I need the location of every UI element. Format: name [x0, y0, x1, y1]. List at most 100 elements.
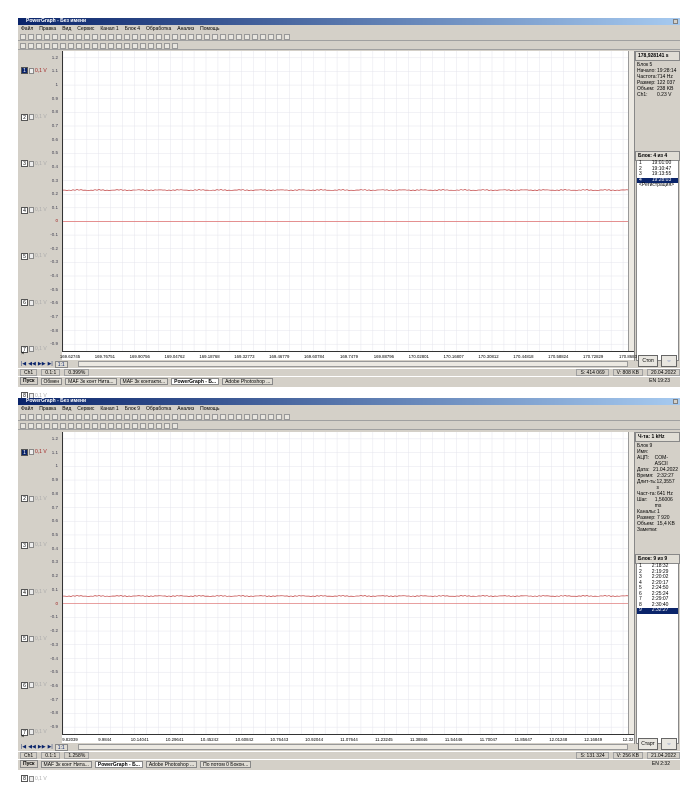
toolbar-button[interactable] — [28, 422, 34, 429]
toolbar-button[interactable] — [156, 413, 162, 420]
toolbar-button[interactable] — [268, 33, 274, 40]
toolbar-button[interactable] — [156, 42, 162, 49]
menu-item[interactable]: Блок 9 — [125, 405, 140, 413]
toolbar-button[interactable] — [212, 413, 218, 420]
channel-color-button[interactable] — [29, 253, 34, 260]
toolbar-button[interactable] — [76, 33, 82, 40]
toolbar-button[interactable] — [84, 422, 90, 429]
toolbar-button[interactable] — [164, 42, 170, 49]
horizontal-scrollbar[interactable] — [78, 361, 628, 367]
menu-item[interactable]: Файл — [21, 25, 33, 33]
toolbar-button[interactable] — [108, 422, 114, 429]
toolbar-button[interactable] — [164, 422, 170, 429]
toolbar-button[interactable] — [92, 422, 98, 429]
toolbar-button[interactable] — [196, 413, 202, 420]
toolbar-button[interactable] — [204, 413, 210, 420]
toolbar-button[interactable] — [60, 413, 66, 420]
close-x-icon[interactable]: × — [21, 734, 25, 740]
menu-item[interactable]: Вид — [62, 25, 71, 33]
toolbar-button[interactable] — [52, 422, 58, 429]
record-icon[interactable]: ⇔ — [661, 355, 677, 367]
next-icon[interactable]: ▶▶ — [38, 744, 46, 750]
channel-color-button[interactable] — [29, 495, 34, 502]
taskbar-item[interactable]: MAF 3к контакти... — [119, 377, 169, 385]
toolbar-button[interactable] — [276, 413, 282, 420]
first-icon[interactable]: |◀ — [21, 361, 26, 367]
menu-item[interactable]: Канал 1 — [100, 25, 118, 33]
channel-color-button[interactable] — [29, 775, 34, 782]
toolbar-button[interactable] — [148, 413, 154, 420]
channel-color-button[interactable] — [29, 635, 34, 642]
toolbar-button[interactable] — [68, 413, 74, 420]
zoom-ratio[interactable]: 1:1 — [54, 743, 68, 751]
channel-number-button[interactable]: 5 — [21, 252, 28, 260]
taskbar-item[interactable]: По потом 0 Бокон... — [200, 760, 252, 768]
channel-number-button[interactable]: 2 — [21, 495, 28, 503]
toolbar-button[interactable] — [148, 422, 154, 429]
toolbar-button[interactable] — [92, 42, 98, 49]
toolbar-button[interactable] — [244, 413, 250, 420]
toolbar-button[interactable] — [60, 33, 66, 40]
channel-number-button[interactable]: 4 — [21, 206, 28, 214]
toolbar-button[interactable] — [132, 413, 138, 420]
blocks-list[interactable]: 1 2:18:32 2 2:19:29 3 2:20:02 4 2:20:17 5 2:24:50… — [636, 563, 679, 744]
taskbar-item[interactable]: Adobe Photoshop ... — [222, 377, 274, 385]
toolbar-button[interactable] — [20, 422, 26, 429]
toolbar-button[interactable] — [220, 33, 226, 40]
channel-number-button[interactable]: 1 — [21, 448, 28, 456]
toolbar-button[interactable] — [44, 42, 50, 49]
channel-number-button[interactable]: 1 — [21, 67, 28, 75]
toolbar-button[interactable] — [172, 42, 178, 49]
toolbar-button[interactable] — [204, 33, 210, 40]
block-list-item[interactable]: 9 2:32:27 — [637, 607, 678, 614]
channel-color-button[interactable] — [29, 114, 34, 121]
toolbar-button[interactable] — [108, 413, 114, 420]
toolbar-button[interactable] — [116, 422, 122, 429]
close-button[interactable] — [673, 399, 678, 404]
toolbar-button[interactable] — [52, 413, 58, 420]
toolbar-button[interactable] — [116, 42, 122, 49]
channel-number-button[interactable]: 3 — [21, 160, 28, 168]
toolbar-button[interactable] — [132, 42, 138, 49]
toolbar-button[interactable] — [172, 33, 178, 40]
toolbar-button[interactable] — [156, 33, 162, 40]
toolbar-button[interactable] — [36, 422, 42, 429]
toolbar-button[interactable] — [92, 33, 98, 40]
toolbar-button[interactable] — [108, 33, 114, 40]
channel-number-button[interactable]: 8 — [21, 775, 28, 783]
toolbar-button[interactable] — [124, 33, 130, 40]
prev-icon[interactable]: ◀◀ — [28, 744, 36, 750]
taskbar-item[interactable]: PowerGraph - Б... — [94, 760, 143, 768]
toolbar-button[interactable] — [20, 42, 26, 49]
toolbar-button[interactable] — [172, 413, 178, 420]
blocks-list[interactable]: 1 19:01:00 2 19:10:47 3 19:13:55 4 19:28:03 <Рег… — [636, 160, 679, 361]
channel-color-button[interactable] — [29, 207, 34, 214]
time-cursor-header[interactable]: Ч-та: 1 kHz — [635, 432, 680, 442]
toolbar-button[interactable] — [284, 33, 290, 40]
chart-plot-area[interactable] — [62, 432, 634, 734]
channel-number-button[interactable]: 4 — [21, 588, 28, 596]
start-button[interactable]: Пуск — [20, 377, 38, 385]
close-button[interactable] — [673, 19, 678, 24]
toolbar-button[interactable] — [228, 33, 234, 40]
toolbar-button[interactable] — [228, 413, 234, 420]
channel-number-button[interactable]: 3 — [21, 541, 28, 549]
menu-item[interactable]: Сервис — [77, 405, 94, 413]
menu-item[interactable]: Правка — [39, 25, 56, 33]
toolbar-button[interactable] — [196, 33, 202, 40]
toolbar-button[interactable] — [124, 422, 130, 429]
channel-color-button[interactable] — [29, 589, 34, 596]
toolbar-button[interactable] — [276, 33, 282, 40]
toolbar-button[interactable] — [116, 33, 122, 40]
channel-number-button[interactable]: 2 — [21, 113, 28, 121]
channel-color-button[interactable] — [29, 346, 34, 353]
menu-item[interactable]: Вид — [62, 405, 71, 413]
toolbar-button[interactable] — [52, 33, 58, 40]
menu-item[interactable]: Блок 4 — [125, 25, 140, 33]
first-icon[interactable]: |◀ — [21, 744, 26, 750]
taskbar-item[interactable]: MAF 3к конт Нита... — [40, 760, 92, 768]
toolbar-button[interactable] — [44, 33, 50, 40]
menu-item[interactable]: Сервис — [77, 25, 94, 33]
toolbar-button[interactable] — [84, 413, 90, 420]
taskbar-item[interactable]: PowerGraph - Б... — [171, 377, 220, 385]
